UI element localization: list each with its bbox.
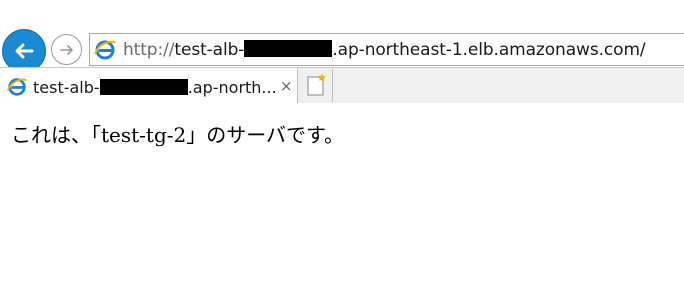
- new-tab-icon: [307, 73, 326, 96]
- page-content: これは、「test-tg-2」のサーバです。: [0, 103, 684, 281]
- back-arrow-icon: [15, 43, 34, 59]
- url-protocol: http://: [123, 40, 175, 60]
- address-url[interactable]: http://test-alb- .ap-northeast-1.elb.amaz…: [123, 40, 646, 60]
- ie-logo-icon: [94, 40, 116, 60]
- tab-close-icon[interactable]: ×: [280, 77, 293, 95]
- tab-title-suffix: .ap-north...: [187, 78, 277, 97]
- tab-active[interactable]: test-alb- .ap-north... ×: [0, 68, 298, 104]
- page-body-text: これは、「test-tg-2」のサーバです。: [11, 123, 345, 147]
- forward-arrow-icon: [59, 44, 73, 55]
- forward-button[interactable]: [51, 34, 82, 65]
- new-tab-button[interactable]: [299, 69, 333, 102]
- url-host-suffix: .ap-northeast-1.elb.amazonaws.com/: [332, 40, 646, 60]
- ie-logo-icon: [6, 78, 27, 96]
- tab-strip: test-alb- .ap-north... ×: [0, 67, 684, 104]
- redaction-bar: [244, 40, 333, 57]
- address-bar[interactable]: http://test-alb- .ap-northeast-1.elb.amaz…: [89, 33, 684, 66]
- tab-title: test-alb- .ap-north...: [33, 78, 277, 97]
- tab-title-prefix: test-alb-: [33, 78, 100, 97]
- browser-toolbar: http://test-alb- .ap-northeast-1.elb.amaz…: [0, 0, 684, 73]
- url-host-prefix: test-alb-: [174, 40, 245, 60]
- redaction-bar: [99, 79, 188, 95]
